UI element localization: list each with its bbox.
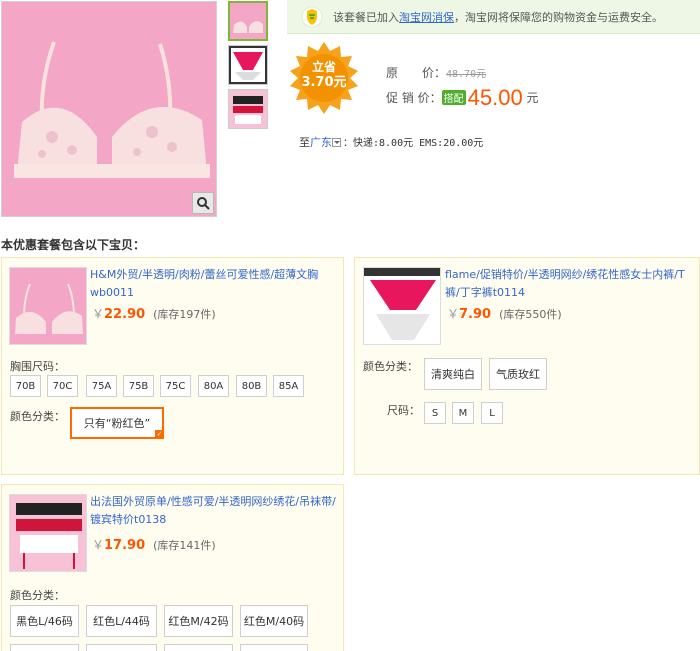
size-option[interactable]: 85A	[273, 375, 304, 397]
color-option[interactable]: 气质玫红	[489, 358, 547, 390]
original-price-label: 原 价：	[386, 66, 447, 80]
bundle-item-price: ￥7.90 (库存550件)	[447, 307, 562, 322]
size-option[interactable]: 75B	[123, 375, 154, 397]
stock-count: (库存197件)	[153, 308, 216, 321]
magnifier-icon	[197, 197, 210, 210]
shield-icon	[301, 6, 323, 27]
color-label: 颜色分类：	[10, 410, 65, 423]
size-option[interactable]: 80A	[198, 375, 229, 397]
region-selector[interactable]: 广东	[310, 136, 332, 149]
promo-price-label: 促 销 价：	[386, 91, 442, 105]
price-value: 22.90	[104, 307, 146, 322]
size-option[interactable]: 70B	[10, 375, 41, 397]
color-option-selected[interactable]: 只有“粉红色” ✓	[70, 407, 164, 439]
bundle-item-image[interactable]	[363, 267, 441, 345]
bundle-item-price: ￥17.90 (库存141件)	[92, 538, 216, 553]
size-option[interactable]: S	[424, 402, 446, 424]
price-value: 7.90	[459, 307, 492, 322]
shipping-prefix: 至	[299, 136, 310, 149]
color-label: 颜色分类：	[363, 360, 418, 373]
consumer-protection-notice: 该套餐已加入淘宝网消保，淘宝网将保障您的购物资金与运费安全。	[287, 0, 700, 34]
original-price-row: 原 价：48.70元	[386, 64, 486, 81]
color-option[interactable]: 红色L/44码	[86, 605, 157, 637]
thumbnail-list	[228, 1, 270, 133]
bundle-item-price: ￥22.90 (库存197件)	[92, 307, 216, 322]
size-option[interactable]: M	[452, 402, 474, 424]
color-option[interactable]: 黑色L/46码	[10, 605, 79, 637]
size-option[interactable]: 80B	[236, 375, 267, 397]
bundle-item-title[interactable]: H&M外贸/半透明/肉粉/蕾丝可爱性感/超薄文胸wb0011	[90, 266, 340, 302]
consumer-protection-link[interactable]: 淘宝网消保	[399, 11, 454, 24]
bundle-item-title[interactable]: 出法国外贸原单/性感可爱/半透明网纱绣花/吊袜带/镀宾特价t0138	[90, 493, 340, 529]
main-product-image[interactable]	[1, 1, 217, 217]
shipping-detail: ：快递:8.00元 EMS:20.00元	[343, 138, 484, 149]
bundle-item-image[interactable]	[9, 494, 87, 572]
size-option[interactable]: L	[481, 402, 503, 424]
original-price-value: 48.70元	[446, 69, 487, 80]
stock-count: (库存141件)	[153, 539, 216, 552]
color-option-partial[interactable]	[10, 644, 79, 651]
shipping-info: 至广东 ：快递:8.00元 EMS:20.00元	[299, 134, 483, 150]
promo-price-row: 促 销 价： 搭配 45.00 元	[386, 85, 539, 111]
size-option[interactable]: 75C	[160, 375, 191, 397]
bundle-item-image[interactable]	[9, 267, 87, 345]
zoom-button[interactable]	[192, 192, 214, 214]
bundle-item-garter: 出法国外贸原单/性感可爱/半透明网纱绣花/吊袜带/镀宾特价t0138 ￥17.9…	[1, 484, 344, 651]
stock-count: (库存550件)	[499, 308, 562, 321]
bundle-section-title: 本优惠套餐包含以下宝贝：	[1, 238, 146, 252]
bra-photo	[2, 2, 216, 216]
thumbnail-panties[interactable]	[228, 45, 268, 85]
promo-price-value: 45.00	[467, 85, 523, 110]
color-option-partial[interactable]	[240, 644, 308, 651]
thumbnail-bra[interactable]	[228, 1, 268, 41]
savings-badge: 立省 3.70元	[289, 42, 359, 114]
bundle-item-bra: H&M外贸/半透明/肉粉/蕾丝可爱性感/超薄文胸wb0011 ￥22.90 (库存…	[1, 257, 344, 475]
notice-text-before: 该套餐已加入	[333, 10, 399, 24]
notice-text-after: ，淘宝网将保障您的购物资金与运费安全。	[454, 10, 663, 24]
badge-line1: 立省	[311, 60, 336, 74]
color-option-label: 只有“粉红色”	[83, 417, 151, 430]
color-option[interactable]: 红色M/42码	[164, 605, 233, 637]
size-label: 胸围尺码：	[10, 360, 65, 373]
color-option-partial[interactable]	[86, 644, 157, 651]
size-option[interactable]: 75A	[86, 375, 117, 397]
bundle-item-title[interactable]: flame/促销特价/半透明网纱/绣花性感女士内裤/T裤/丁字裤t0114	[445, 266, 699, 302]
size-option[interactable]: 70C	[47, 375, 78, 397]
color-label: 颜色分类：	[10, 589, 65, 602]
size-label: 尺码：	[387, 404, 420, 417]
color-option-partial[interactable]	[164, 644, 233, 651]
chevron-down-icon[interactable]	[332, 138, 341, 147]
color-option[interactable]: 红色M/40码	[240, 605, 308, 637]
badge-line2: 3.70元	[301, 75, 347, 90]
promo-price-unit: 元	[526, 91, 539, 105]
price-value: 17.90	[104, 538, 146, 553]
color-option[interactable]: 清爽纯白	[424, 358, 482, 390]
bundle-item-panties: flame/促销特价/半透明网纱/绣花性感女士内裤/T裤/丁字裤t0114 ￥7…	[354, 257, 700, 475]
promo-tag-badge: 搭配	[441, 90, 466, 105]
checkmark-icon: ✓	[155, 430, 164, 439]
thumbnail-garter[interactable]	[228, 89, 268, 129]
